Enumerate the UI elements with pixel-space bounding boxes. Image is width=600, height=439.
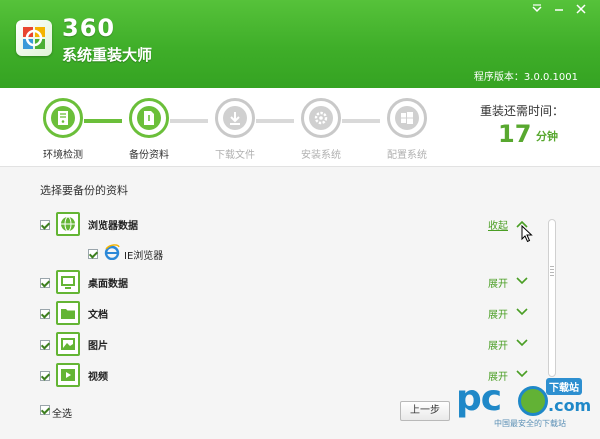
download-icon xyxy=(223,106,247,130)
step-environment-check: 环境检测 xyxy=(33,98,93,161)
mouse-cursor-icon xyxy=(521,225,533,243)
step-label: 备份资料 xyxy=(129,150,169,161)
watermark: pc .com 下载站 中国最安全的下载站 xyxy=(456,378,596,436)
watermark-brand: pc xyxy=(456,378,502,419)
minimize-icon[interactable] xyxy=(548,2,570,18)
scrollbar-grip[interactable] xyxy=(550,266,554,276)
app-name: 系统重装大师 xyxy=(62,46,153,64)
logo-number: 360 xyxy=(62,14,116,42)
ie-icon xyxy=(104,244,120,260)
server-icon xyxy=(51,106,75,130)
menu-icon[interactable] xyxy=(526,2,548,18)
item-label-pictures: 图片 xyxy=(88,341,108,352)
list-scrollbar[interactable] xyxy=(548,219,556,377)
windows-config-icon xyxy=(395,106,419,130)
watermark-ball-icon xyxy=(518,386,548,416)
close-icon[interactable] xyxy=(570,2,592,18)
step-label: 环境检测 xyxy=(43,150,83,161)
section-title: 选择要备份的资料 xyxy=(40,184,128,197)
folder-icon xyxy=(56,301,80,325)
app-logo-icon xyxy=(16,20,52,56)
video-icon xyxy=(56,363,80,387)
item-label-documents: 文档 xyxy=(88,310,108,321)
desktop-icon xyxy=(56,270,80,294)
step-label: 配置系统 xyxy=(387,150,427,161)
chevron-down-icon[interactable] xyxy=(516,277,528,285)
collapse-link-browser-data[interactable]: 收起 xyxy=(488,217,508,232)
remaining-time-value: 17 xyxy=(498,120,532,148)
ie-browser-checkbox[interactable] xyxy=(88,249,98,259)
item-label-desktop-data: 桌面数据 xyxy=(88,279,128,290)
select-all-label[interactable]: 全选 xyxy=(52,405,72,420)
step-label: 下载文件 xyxy=(215,150,255,161)
watermark-domain: .com xyxy=(548,396,592,415)
progress-steps: 环境检测 备份资料 下载文件 安装系统 配置系统 重装还需时间： 17 分钟 xyxy=(0,88,600,166)
expand-link-pictures[interactable]: 展开 xyxy=(488,337,508,352)
picture-icon xyxy=(56,332,80,356)
watermark-badge: 下载站 xyxy=(546,378,582,395)
expand-link-desktop-data[interactable]: 展开 xyxy=(488,275,508,290)
install-gear-icon xyxy=(309,106,333,130)
watermark-subtitle: 中国最安全的下载站 xyxy=(494,419,566,428)
sub-item-label-ie: IE浏览器 xyxy=(124,251,164,262)
chevron-down-icon[interactable] xyxy=(516,339,528,347)
file-backup-icon xyxy=(137,106,161,130)
step-configure: 配置系统 xyxy=(377,98,437,161)
step-download: 下载文件 xyxy=(205,98,265,161)
chevron-down-icon[interactable] xyxy=(516,370,528,378)
chevron-down-icon[interactable] xyxy=(516,308,528,316)
remaining-time-label: 重装还需时间： xyxy=(480,104,565,118)
remaining-time-unit: 分钟 xyxy=(536,130,558,143)
previous-step-button[interactable]: 上一步 xyxy=(400,401,450,421)
title-bar: 360 系统重装大师 程序版本：3.0.0.1001 xyxy=(0,0,600,88)
step-label: 安装系统 xyxy=(301,150,341,161)
item-label-video: 视频 xyxy=(88,372,108,383)
video-checkbox[interactable] xyxy=(40,371,50,381)
documents-checkbox[interactable] xyxy=(40,309,50,319)
select-all-checkbox[interactable] xyxy=(40,405,50,415)
step-install: 安装系统 xyxy=(291,98,351,161)
desktop-data-checkbox[interactable] xyxy=(40,278,50,288)
expand-link-documents[interactable]: 展开 xyxy=(488,306,508,321)
version-label: 程序版本：3.0.0.1001 xyxy=(473,72,578,83)
pictures-checkbox[interactable] xyxy=(40,340,50,350)
globe-icon xyxy=(56,212,80,236)
browser-data-checkbox[interactable] xyxy=(40,220,50,230)
step-backup: 备份资料 xyxy=(119,98,179,161)
item-label-browser-data: 浏览器数据 xyxy=(88,221,138,232)
